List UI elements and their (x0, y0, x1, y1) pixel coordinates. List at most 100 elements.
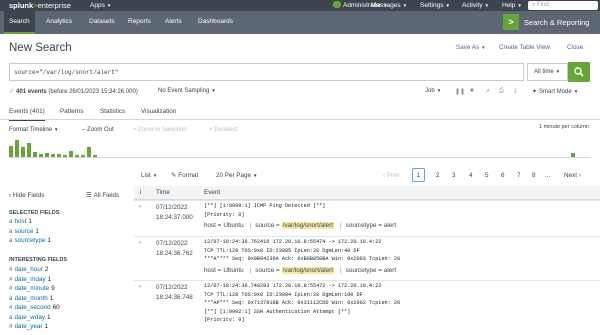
event-sampling-menu[interactable]: No Event Sampling ▼ (158, 88, 216, 94)
event-timeline[interactable] (9, 138, 591, 158)
save-as-label: Save As (456, 44, 480, 51)
timeline-bar[interactable] (69, 151, 73, 157)
timeline-bar[interactable] (63, 155, 67, 157)
timeline-bar[interactable] (57, 154, 61, 157)
messages-menu[interactable]: Messages ▼ (371, 2, 407, 9)
find-input[interactable]: ⌕ Find (528, 1, 598, 10)
timeline-bar[interactable] (571, 153, 575, 157)
stop-icon[interactable]: ■ (470, 88, 474, 94)
field-value-source[interactable]: /var/log/snort/alert (281, 266, 335, 274)
share-icon[interactable]: ↗ (485, 88, 490, 95)
search-submit-button[interactable] (568, 62, 590, 82)
field-item[interactable]: a source 1 (9, 228, 39, 235)
nav-alerts[interactable]: Alerts (165, 18, 182, 25)
field-item[interactable]: a sourcetype 1 (9, 237, 51, 244)
zoom-out-button[interactable]: – Zoom Out (82, 127, 114, 133)
zoom-to-selection-button[interactable]: + Zoom to Selection (133, 127, 187, 133)
pagination-prev[interactable]: ‹ Prev (383, 172, 400, 179)
hide-fields-button[interactable]: ‹ Hide Fields (9, 192, 44, 199)
timeline-bar[interactable] (33, 152, 37, 157)
time-column-header[interactable]: Time (156, 189, 170, 196)
timeline-bar[interactable] (45, 153, 49, 157)
print-icon[interactable]: ⎙ (499, 88, 504, 95)
list-icon: ☰ (86, 192, 92, 199)
timeline-bar[interactable] (75, 155, 79, 157)
settings-label: Settings (420, 2, 444, 9)
timeline-bar[interactable] (39, 154, 43, 157)
splunk-logo[interactable]: splunk>enterprise (9, 1, 71, 10)
close-button[interactable]: Close (567, 44, 583, 51)
search-query-input[interactable]: source="/var/log/snort/alert" (9, 63, 524, 81)
expand-chevron-icon[interactable]: › (139, 240, 141, 246)
timeline-bar[interactable] (81, 155, 85, 157)
field-value-host[interactable]: Ubuntu (223, 267, 243, 274)
field-item[interactable]: # date_minute 9 (9, 285, 55, 292)
field-value-sourcetype[interactable]: alert (384, 222, 396, 229)
field-separator: | (340, 266, 342, 274)
logo-brand: splunk (9, 1, 34, 10)
field-count: 60 (52, 304, 60, 311)
settings-menu[interactable]: Settings ▼ (420, 2, 450, 9)
field-item[interactable]: a date_month 1 (9, 295, 53, 302)
field-item[interactable]: # date_hour 2 (9, 266, 48, 273)
search-icon (574, 67, 584, 77)
timeline-bar[interactable] (51, 154, 55, 157)
field-item[interactable]: a host 1 (9, 218, 32, 225)
field-label: sourcetype = (345, 266, 382, 274)
timeline-bar[interactable] (93, 155, 97, 157)
timeline-bar[interactable] (15, 140, 19, 157)
field-type-indicator: # (9, 323, 13, 330)
field-value-host[interactable]: Ubuntu (223, 222, 243, 229)
nav-datasets[interactable]: Datasets (89, 18, 115, 25)
timeline-bar[interactable] (9, 146, 13, 157)
pause-icon[interactable]: ❚❚ (455, 88, 465, 95)
format-timeline-menu[interactable]: Format Timeline ▼ (9, 127, 58, 133)
format-menu[interactable]: ✎ Format (171, 172, 198, 179)
pagination-page[interactable]: 5 (485, 172, 489, 179)
all-fields-button[interactable]: ☰ All Fields (86, 192, 119, 199)
timeline-bar[interactable] (27, 143, 31, 157)
pagination-next[interactable]: Next › (564, 172, 581, 179)
pagination-page[interactable]: 6 (501, 172, 505, 179)
apps-menu[interactable]: Apps ▼ (90, 2, 111, 9)
activity-menu[interactable]: Activity ▼ (462, 2, 489, 9)
tab-patterns[interactable]: Patterns (60, 108, 83, 115)
nav-reports[interactable]: Reports (128, 18, 151, 25)
nav-search[interactable]: Search (4, 11, 35, 34)
pagination-page[interactable]: 8 (532, 172, 536, 179)
timeline-bar[interactable] (21, 147, 25, 157)
save-as-menu[interactable]: Save As ▼ (456, 44, 486, 51)
pagination-page[interactable]: 4 (469, 172, 473, 179)
deselect-button[interactable]: × Deselect (209, 127, 238, 133)
pagination-page[interactable]: 2 (436, 172, 440, 179)
nav-analytics[interactable]: Analytics (46, 18, 72, 25)
field-item[interactable]: a date_wday 1 (9, 314, 51, 321)
pagination-page[interactable]: 3 (452, 172, 456, 179)
search-mode-menu[interactable]: ✦ Smart Mode ▼ (532, 88, 578, 95)
event-column-header[interactable]: Event (204, 189, 220, 196)
field-value-sourcetype[interactable]: alert (384, 267, 396, 274)
per-page-menu[interactable]: 20 Per Page ▼ (216, 172, 257, 179)
field-item[interactable]: # date_mday 1 (9, 276, 51, 283)
tab-visualization[interactable]: Visualization (141, 108, 176, 115)
caret-down-icon: ▼ (211, 88, 216, 93)
time-range-picker[interactable]: All time ▼ (527, 63, 568, 81)
pagination-page[interactable]: 1 (412, 168, 425, 182)
expand-chevron-icon[interactable]: › (139, 204, 141, 210)
field-type-indicator: # (9, 285, 13, 292)
list-view-menu[interactable]: List ▼ (141, 172, 157, 179)
create-table-view-button[interactable]: Create Table View (499, 44, 550, 51)
field-type-indicator: # (9, 304, 13, 311)
timeline-bar[interactable] (87, 147, 91, 157)
pagination-page[interactable]: 7 (517, 172, 521, 179)
export-icon[interactable]: ⤓ (514, 88, 517, 95)
nav-dashboards[interactable]: Dashboards (198, 18, 233, 25)
field-value-source[interactable]: /var/log/snort/alert (281, 222, 335, 229)
field-item[interactable]: # date_year 1 (9, 323, 48, 330)
field-item[interactable]: # date_second 60 (9, 304, 60, 311)
help-menu[interactable]: Help ▼ (502, 2, 522, 9)
field-separator: | (249, 222, 252, 229)
tab-statistics[interactable]: Statistics (100, 108, 125, 115)
job-menu[interactable]: Job ▼ (425, 88, 441, 94)
expand-chevron-icon[interactable]: › (139, 284, 141, 290)
